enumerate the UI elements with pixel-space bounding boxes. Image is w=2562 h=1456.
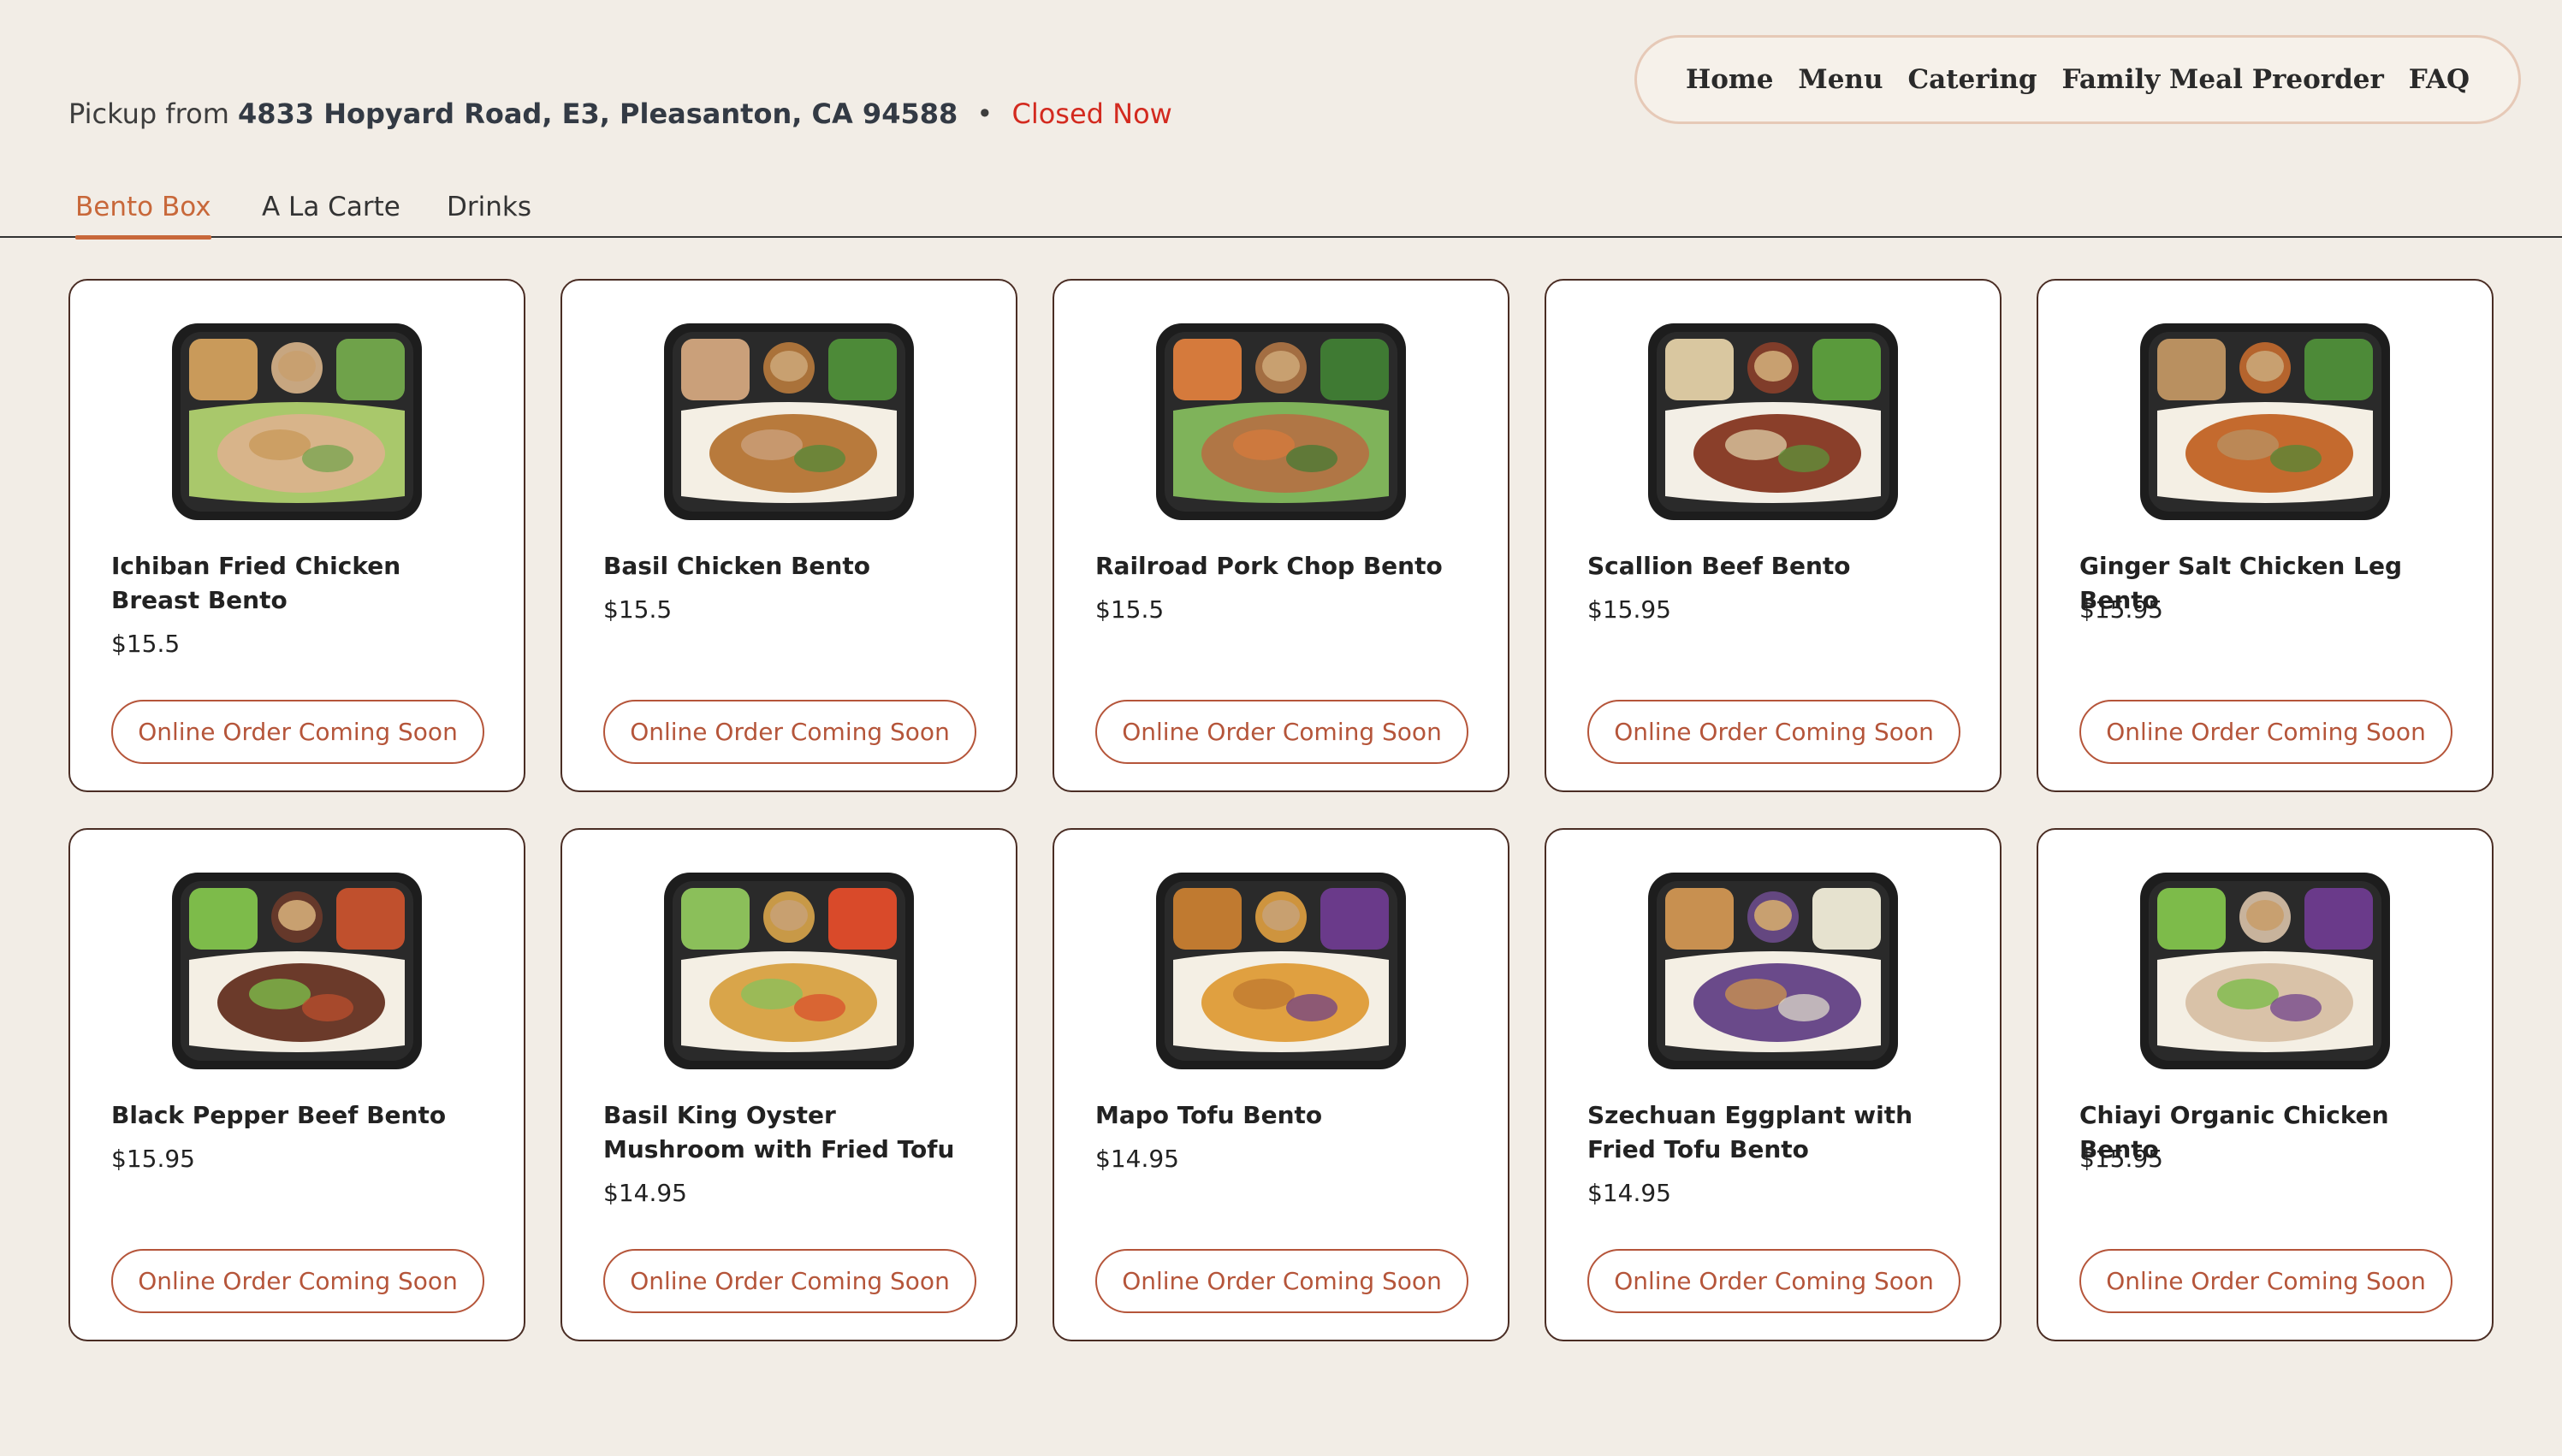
menu-item-card: Ginger Salt Chicken Leg Bento $15.95 Onl… <box>2037 279 2494 792</box>
menu-item-name: Basil Chicken Bento <box>603 552 870 580</box>
menu-grid: Ichiban Fried Chicken Breast Bento $15.5… <box>68 279 2494 1341</box>
menu-item-card: Scallion Beef Bento $15.95 Online Order … <box>1545 279 2002 792</box>
menu-item-price: $15.95 <box>111 1145 195 1173</box>
menu-item-name: Scallion Beef Bento <box>1587 552 1851 580</box>
nav-menu-link[interactable]: Menu <box>1798 64 1883 95</box>
menu-item-price: $15.5 <box>603 595 673 624</box>
bento-image-wrap <box>1636 857 1910 1081</box>
menu-item-card: Railroad Pork Chop Bento $15.5 Online Or… <box>1053 279 1509 792</box>
tab-bento-box[interactable]: Bento Box <box>75 175 211 240</box>
tab-drinks[interactable]: Drinks <box>447 175 531 238</box>
store-status: Closed Now <box>1011 98 1172 130</box>
menu-item-name: Black Pepper Beef Bento <box>111 1101 447 1129</box>
nav-home-link[interactable]: Home <box>1686 64 1774 95</box>
online-order-button[interactable]: Online Order Coming Soon <box>2079 1249 2452 1313</box>
bento-image <box>1156 323 1406 520</box>
pickup-separator: • <box>976 98 993 130</box>
bento-image-wrap <box>160 308 434 532</box>
nav-family-meal-preorder-link[interactable]: Family Meal Preorder <box>2062 64 2384 95</box>
menu-item-price: $15.5 <box>1095 595 1165 624</box>
online-order-button[interactable]: Online Order Coming Soon <box>603 700 976 764</box>
menu-item-name: Mapo Tofu Bento <box>1095 1101 1323 1129</box>
menu-item-name: Szechuan Eggplant with Fried Tofu Bento <box>1587 1101 1913 1163</box>
nav-catering-link[interactable]: Catering <box>1907 64 2037 95</box>
top-nav: Home Menu Catering Family Meal Preorder … <box>1634 35 2521 124</box>
online-order-button[interactable]: Online Order Coming Soon <box>603 1249 976 1313</box>
bento-image <box>1648 873 1898 1069</box>
category-tabs: Bento Box A La Carte Drinks <box>0 175 2562 240</box>
menu-item-name: Ichiban Fried Chicken Breast Bento <box>111 552 401 614</box>
online-order-button[interactable]: Online Order Coming Soon <box>1095 1249 1468 1313</box>
menu-item-price: $15.95 <box>2079 595 2163 624</box>
bento-image-wrap <box>652 308 926 532</box>
menu-item-card: Szechuan Eggplant with Fried Tofu Bento … <box>1545 828 2002 1341</box>
bento-image-wrap <box>1636 308 1910 532</box>
bento-image-wrap <box>652 857 926 1081</box>
nav-faq-link[interactable]: FAQ <box>2409 64 2470 95</box>
pickup-address: 4833 Hopyard Road, E3, Pleasanton, CA 94… <box>238 98 958 130</box>
menu-item-card: Black Pepper Beef Bento $15.95 Online Or… <box>68 828 525 1341</box>
menu-item-name: Railroad Pork Chop Bento <box>1095 552 1443 580</box>
menu-item-price: $14.95 <box>603 1179 687 1207</box>
menu-item-price: $15.95 <box>2079 1145 2163 1173</box>
bento-image <box>1156 873 1406 1069</box>
bento-image-wrap <box>2128 308 2402 532</box>
menu-item-card: Basil Chicken Bento $15.5 Online Order C… <box>560 279 1017 792</box>
bento-image <box>2140 873 2390 1069</box>
bento-image-wrap <box>1144 857 1418 1081</box>
online-order-button[interactable]: Online Order Coming Soon <box>2079 700 2452 764</box>
pickup-prefix: Pickup from <box>68 98 229 130</box>
pickup-info: Pickup from 4833 Hopyard Road, E3, Pleas… <box>68 98 1172 130</box>
online-order-button[interactable]: Online Order Coming Soon <box>1587 1249 1960 1313</box>
menu-item-name: Basil King Oyster Mushroom with Fried To… <box>603 1101 955 1163</box>
menu-item-price: $14.95 <box>1095 1145 1179 1173</box>
bento-image <box>172 873 422 1069</box>
online-order-button[interactable]: Online Order Coming Soon <box>111 700 484 764</box>
menu-item-card: Mapo Tofu Bento $14.95 Online Order Comi… <box>1053 828 1509 1341</box>
online-order-button[interactable]: Online Order Coming Soon <box>1587 700 1960 764</box>
bento-image <box>664 323 914 520</box>
tab-a-la-carte[interactable]: A La Carte <box>262 175 400 238</box>
bento-image <box>172 323 422 520</box>
menu-item-price: $15.95 <box>1587 595 1671 624</box>
online-order-button[interactable]: Online Order Coming Soon <box>111 1249 484 1313</box>
menu-item-price: $14.95 <box>1587 1179 1671 1207</box>
bento-image <box>2140 323 2390 520</box>
bento-image-wrap <box>2128 857 2402 1081</box>
bento-image <box>664 873 914 1069</box>
page: Home Menu Catering Family Meal Preorder … <box>0 0 2562 1456</box>
menu-item-price: $15.5 <box>111 630 181 658</box>
bento-image-wrap <box>1144 308 1418 532</box>
bento-image-wrap <box>160 857 434 1081</box>
bento-image <box>1648 323 1898 520</box>
menu-item-card: Basil King Oyster Mushroom with Fried To… <box>560 828 1017 1341</box>
online-order-button[interactable]: Online Order Coming Soon <box>1095 700 1468 764</box>
menu-item-card: Chiayi Organic Chicken Bento $15.95 Onli… <box>2037 828 2494 1341</box>
menu-item-card: Ichiban Fried Chicken Breast Bento $15.5… <box>68 279 525 792</box>
